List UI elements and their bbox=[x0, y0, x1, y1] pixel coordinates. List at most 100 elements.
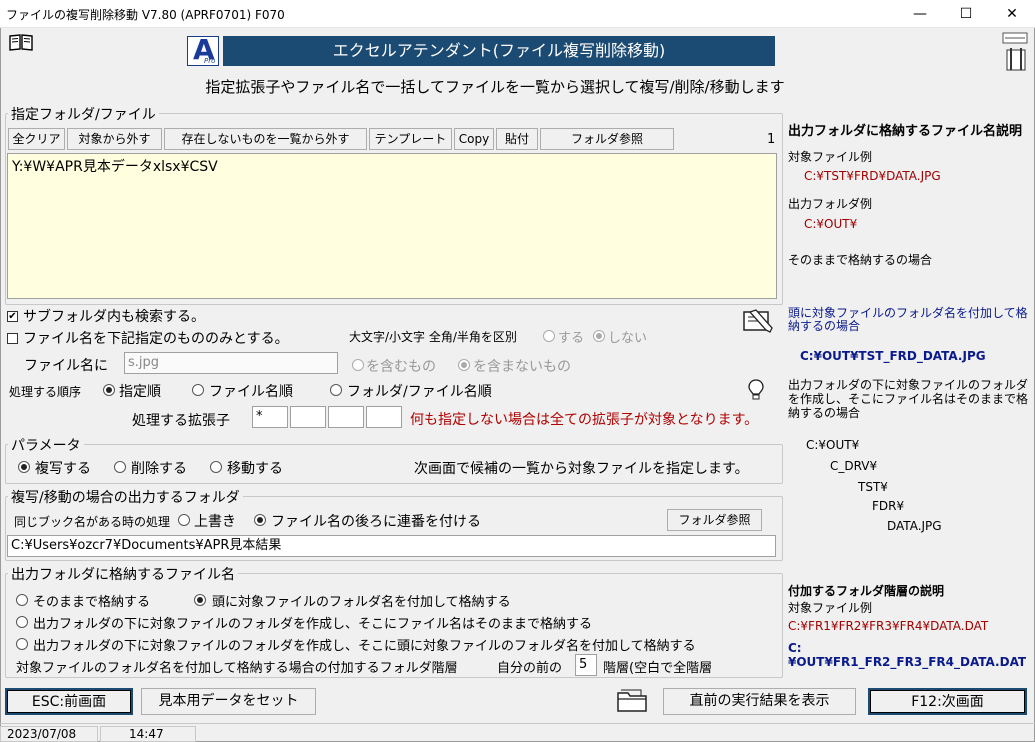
help-tree-root: C:¥OUT¥ bbox=[806, 438, 860, 452]
lightbulb-icon[interactable] bbox=[747, 378, 765, 402]
help-as-is-case: そのままで格納するの場合 bbox=[788, 253, 933, 267]
help-mkdir-case: 出力フォルダの下に対象ファイルのフォルダを作成し、そこにファイル名はそのままで格… bbox=[788, 378, 1029, 420]
next-button[interactable]: F12:次画面 bbox=[868, 688, 1027, 715]
folder-browse-button[interactable]: フォルダ参照 bbox=[540, 128, 674, 150]
copy-radio[interactable] bbox=[18, 461, 30, 473]
order-folder-filename-label: フォルダ/ファイル名順 bbox=[347, 384, 492, 400]
help-tree-drive: C_DRV¥ bbox=[830, 459, 878, 473]
app-logo: A Pro bbox=[187, 33, 219, 66]
last-result-button[interactable]: 直前の実行結果を表示 bbox=[663, 688, 856, 715]
help-prefix-result: C:¥OUT¥TST_FRD_DATA.JPG bbox=[800, 349, 986, 363]
serial-radio[interactable] bbox=[254, 514, 266, 526]
help-title: 出力フォルダに格納するファイル名説明 bbox=[788, 124, 1023, 139]
status-date: 2023/07/08 bbox=[0, 726, 98, 742]
case-yes-label: する bbox=[558, 331, 585, 346]
move-radio[interactable] bbox=[210, 461, 222, 473]
subfolder-checkbox[interactable]: ✔ bbox=[7, 311, 18, 322]
prefix-radio[interactable] bbox=[194, 594, 206, 606]
params-legend: パラメータ bbox=[8, 435, 84, 455]
maximize-button[interactable]: ☐ bbox=[943, 0, 989, 28]
status-time: 14:47 bbox=[100, 726, 196, 742]
move-label: 移動する bbox=[227, 461, 283, 477]
filename-input[interactable]: s.jpg bbox=[124, 352, 338, 374]
as-is-label: そのままで格納する bbox=[33, 595, 151, 610]
title-bar: ファイルの複写削除移動 V7.80 (APRF0701) F070 — ☐ ✕ bbox=[0, 0, 1035, 28]
edit-icon[interactable] bbox=[742, 306, 776, 336]
as-is-radio[interactable] bbox=[16, 594, 28, 606]
order-filename-radio[interactable] bbox=[192, 384, 204, 396]
overwrite-radio[interactable] bbox=[178, 514, 190, 526]
minimize-button[interactable]: — bbox=[897, 0, 943, 28]
help-prefix-case: 頭に対象ファイルのフォルダ名を付加して格納するの場合 bbox=[788, 306, 1028, 333]
case-yes-radio[interactable] bbox=[543, 330, 555, 342]
naming-legend: 出力フォルダに格納するファイル名 bbox=[8, 564, 238, 584]
overwrite-label: 上書き bbox=[194, 514, 236, 530]
paste-button[interactable]: 貼付 bbox=[496, 128, 538, 150]
help-tree-fdr: FDR¥ bbox=[872, 499, 905, 513]
order-filename-label: ファイル名順 bbox=[209, 384, 293, 400]
remove-missing-button[interactable]: 存在しないものを一覧から外す bbox=[164, 128, 367, 150]
target-paths-textarea[interactable]: Y:¥W¥APR見本データxlsx¥CSV bbox=[7, 153, 777, 299]
not-contains-radio[interactable] bbox=[458, 359, 470, 371]
path-count: 1 bbox=[767, 132, 776, 147]
extension-input-1[interactable]: * bbox=[252, 406, 288, 428]
help-tree-file: DATA.JPG bbox=[887, 519, 942, 533]
delete-label: 削除する bbox=[131, 461, 187, 477]
order-label: 処理する順序 bbox=[9, 385, 82, 399]
mkdir-as-is-radio[interactable] bbox=[16, 616, 28, 628]
extension-input-4[interactable] bbox=[366, 406, 402, 428]
order-folder-filename-radio[interactable] bbox=[330, 384, 342, 396]
help-target-example-label: 対象ファイル例 bbox=[788, 150, 873, 164]
clear-all-button[interactable]: 全クリア bbox=[8, 128, 65, 150]
output-browse-button[interactable]: フォルダ参照 bbox=[667, 509, 762, 531]
mkdir-prefix-radio[interactable] bbox=[16, 638, 28, 650]
help-tree-tst: TST¥ bbox=[858, 480, 888, 494]
extension-input-3[interactable] bbox=[328, 406, 364, 428]
same-name-label: 同じブック名がある時の処理 bbox=[14, 515, 171, 529]
name-only-checkbox[interactable] bbox=[7, 333, 18, 344]
levels-input[interactable]: 5 bbox=[575, 654, 597, 676]
help-target-example: C:¥TST¥FRD¥DATA.JPG bbox=[804, 169, 941, 183]
window-list-icon[interactable] bbox=[1002, 32, 1028, 44]
order-specified-label: 指定順 bbox=[119, 384, 161, 400]
case-no-label: しない bbox=[608, 331, 648, 346]
help-out-example-label: 出力フォルダ例 bbox=[788, 197, 873, 211]
template-button[interactable]: テンプレート bbox=[369, 128, 452, 150]
contains-radio[interactable] bbox=[352, 359, 364, 371]
extension-input-2[interactable] bbox=[290, 406, 326, 428]
book-icon[interactable] bbox=[8, 33, 34, 51]
copy-button[interactable]: Copy bbox=[454, 128, 494, 150]
levels-label: 対象ファイルのフォルダ名を付加して格納する場合の付加するフォルダ階層 bbox=[16, 661, 458, 676]
params-note: 次画面で候補の一覧から対象ファイルを指定します。 bbox=[414, 461, 749, 477]
help-levels-result: C:¥OUT¥FR1_FR2_FR3_FR4_DATA.DAT bbox=[788, 641, 1027, 669]
help-levels-title: 付加するフォルダ階層の説明 bbox=[788, 584, 945, 598]
copy-label: 複写する bbox=[35, 461, 91, 477]
exclude-button[interactable]: 対象から外す bbox=[67, 128, 162, 150]
output-folder-legend: 複写/移動の場合の出力するフォルダ bbox=[8, 487, 243, 507]
help-out-example: C:¥OUT¥ bbox=[804, 217, 858, 231]
window-title: ファイルの複写削除移動 V7.80 (APRF0701) F070 bbox=[6, 8, 285, 22]
help-levels-target: C:¥FR1¥FR2¥FR3¥FR4¥DATA.DAT bbox=[788, 619, 989, 633]
output-path-input[interactable]: C:¥Users¥ozcr7¥Documents¥APR見本結果 bbox=[7, 535, 776, 557]
name-only-label: ファイル名を下記指定のもののみとする。 bbox=[23, 331, 289, 347]
delete-radio[interactable] bbox=[114, 461, 126, 473]
subfolder-label: サブフォルダ内も検索する。 bbox=[23, 309, 205, 325]
help-levels-target-label: 対象ファイル例 bbox=[788, 601, 873, 615]
folder-icon[interactable] bbox=[616, 688, 650, 714]
contains-label: を含むもの bbox=[366, 359, 436, 375]
page-subtitle: 指定拡張子やファイル名で一括してファイルを一覧から選択して複写/削除/移動します bbox=[205, 78, 785, 96]
case-sensitive-label: 大文字/小文字 全角/半角を区別 bbox=[349, 330, 517, 344]
back-button[interactable]: ESC:前画面 bbox=[5, 688, 133, 715]
app-banner: エクセルアテンダント(ファイル複写削除移動) bbox=[223, 36, 775, 66]
mkdir-as-is-label: 出力フォルダの下に対象ファイルのフォルダを作成し、そこにファイル名はそのままで格… bbox=[33, 617, 593, 632]
prefix-label: 頭に対象ファイルのフォルダ名を付加して格納する bbox=[212, 595, 511, 610]
sample-data-button[interactable]: 見本用データをセット bbox=[141, 688, 316, 715]
not-contains-label: を含まないもの bbox=[473, 359, 571, 375]
levels-post-label: 階層(空白で全階層 bbox=[603, 661, 713, 676]
serial-label: ファイル名の後ろに連番を付ける bbox=[271, 514, 481, 530]
case-no-radio[interactable] bbox=[593, 330, 605, 342]
status-bar: 2023/07/08 14:47 bbox=[0, 723, 1035, 742]
close-button[interactable]: ✕ bbox=[989, 0, 1035, 28]
clipboard-icon[interactable] bbox=[1003, 46, 1029, 72]
order-specified-radio[interactable] bbox=[103, 384, 115, 396]
